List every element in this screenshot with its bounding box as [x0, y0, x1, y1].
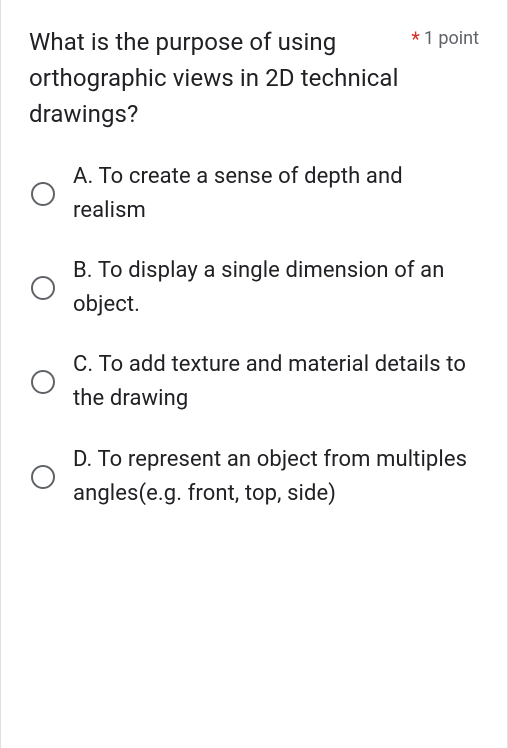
question-text: What is the purpose of using orthographi…: [29, 24, 405, 132]
option-c[interactable]: C. To add texture and material details t…: [31, 348, 479, 416]
required-star: *: [411, 24, 420, 54]
radio-icon: [31, 276, 55, 300]
option-label: C. To add texture and material details t…: [73, 348, 479, 416]
radio-icon: [31, 465, 55, 489]
radio-icon: [31, 182, 55, 206]
option-label: D. To represent an object from multiples…: [73, 443, 479, 511]
question-title-wrap: What is the purpose of using orthographi…: [29, 24, 405, 132]
points-label: 1 point: [424, 24, 479, 55]
option-label: B. To display a single dimension of an o…: [73, 254, 479, 322]
options-list: A. To create a sense of depth and realis…: [29, 160, 479, 511]
option-b[interactable]: B. To display a single dimension of an o…: [31, 254, 479, 322]
question-card: What is the purpose of using orthographi…: [0, 0, 508, 748]
question-header: What is the purpose of using orthographi…: [29, 24, 479, 132]
option-d[interactable]: D. To represent an object from multiples…: [31, 443, 479, 511]
radio-icon: [31, 370, 55, 394]
option-label: A. To create a sense of depth and realis…: [73, 160, 479, 228]
option-a[interactable]: A. To create a sense of depth and realis…: [31, 160, 479, 228]
